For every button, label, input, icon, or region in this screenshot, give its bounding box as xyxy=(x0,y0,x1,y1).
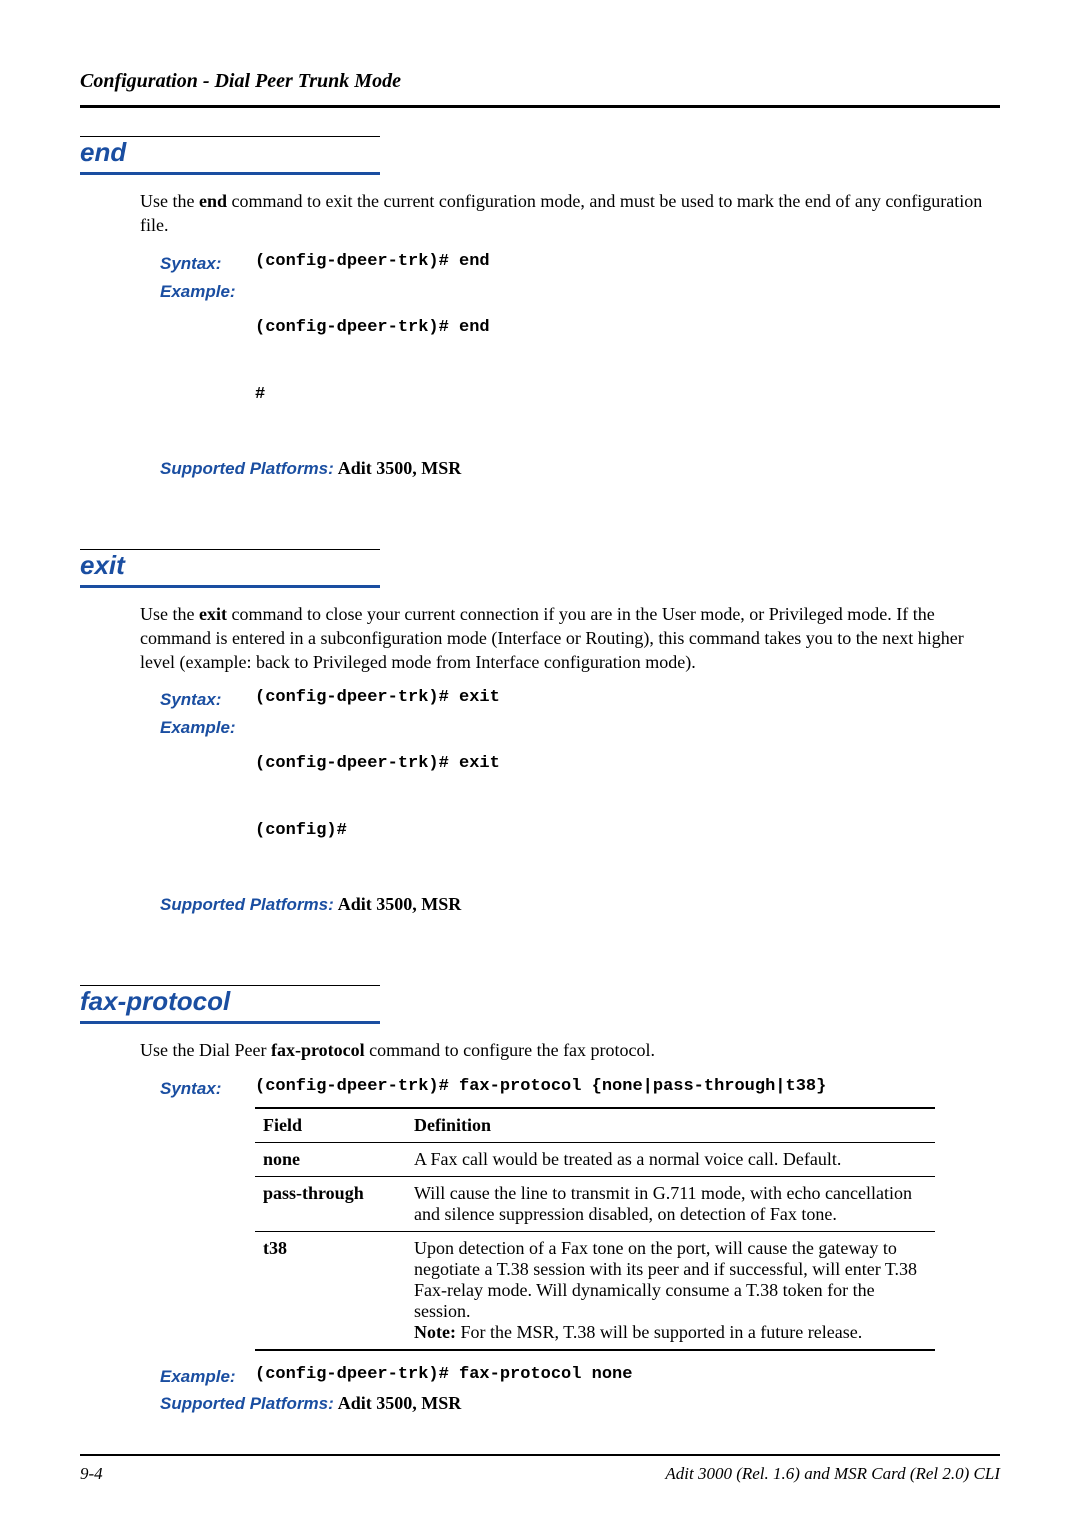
exit-example-line1: (config-dpeer-trk)# exit xyxy=(255,754,500,773)
field-name: none xyxy=(255,1142,406,1176)
t38-note-text: For the MSR, T.38 will be supported in a… xyxy=(456,1322,862,1342)
table-row: none A Fax call would be treated as a no… xyxy=(255,1142,935,1176)
page-number: 9-4 xyxy=(80,1464,103,1484)
table-header-row: Field Definition xyxy=(255,1108,935,1143)
exit-desc-bold: exit xyxy=(199,604,227,624)
header-rule xyxy=(80,105,1000,108)
exit-example-line2: (config)# xyxy=(255,821,500,840)
end-syntax-row: Syntax: (config-dpeer-trk)# end xyxy=(160,252,1000,274)
t38-def-main: Upon detection of a Fax tone on the port… xyxy=(414,1238,917,1321)
example-label: Example: xyxy=(160,716,255,738)
section-heading-end: end xyxy=(80,137,1000,168)
example-label: Example: xyxy=(160,1365,255,1387)
running-header: Configuration - Dial Peer Trunk Mode xyxy=(80,70,1000,93)
end-example-code: (config-dpeer-trk)# end # xyxy=(255,280,490,452)
exit-desc-post: command to close your current connection… xyxy=(140,604,964,673)
field-name: t38 xyxy=(255,1231,406,1350)
fax-desc-pre: Use the Dial Peer xyxy=(140,1040,271,1060)
platforms-value: Adit 3500, MSR xyxy=(338,894,462,914)
field-def: Will cause the line to transmit in G.711… xyxy=(406,1176,935,1231)
platforms-value: Adit 3500, MSR xyxy=(338,458,462,478)
section-end: end Use the end command to exit the curr… xyxy=(80,136,1000,479)
fax-example-row: Example: (config-dpeer-trk)# fax-protoco… xyxy=(160,1365,1000,1387)
field-name: pass-through xyxy=(255,1176,406,1231)
exit-platforms: Supported Platforms: Adit 3500, MSR xyxy=(160,894,1000,915)
platforms-value: Adit 3500, MSR xyxy=(338,1393,462,1413)
heading-underline xyxy=(80,1021,380,1024)
heading-underline xyxy=(80,172,380,175)
field-def: A Fax call would be treated as a normal … xyxy=(406,1142,935,1176)
fax-example-code: (config-dpeer-trk)# fax-protocol none xyxy=(255,1365,632,1384)
exit-syntax-row: Syntax: (config-dpeer-trk)# exit xyxy=(160,688,1000,710)
th-definition: Definition xyxy=(406,1108,935,1143)
fax-field-table: Field Definition none A Fax call would b… xyxy=(255,1107,935,1351)
end-desc-pre: Use the xyxy=(140,191,199,211)
page-footer: 9-4 Adit 3000 (Rel. 1.6) and MSR Card (R… xyxy=(80,1464,1000,1484)
fax-description: Use the Dial Peer fax-protocol command t… xyxy=(140,1038,1000,1062)
t38-note-label: Note: xyxy=(414,1322,456,1342)
syntax-label: Syntax: xyxy=(160,252,255,274)
field-def: Upon detection of a Fax tone on the port… xyxy=(406,1231,935,1350)
th-field: Field xyxy=(255,1108,406,1143)
end-desc-post: command to exit the current configuratio… xyxy=(140,191,982,235)
example-label: Example: xyxy=(160,280,255,302)
syntax-label: Syntax: xyxy=(160,688,255,710)
syntax-label: Syntax: xyxy=(160,1077,255,1099)
end-syntax-code: (config-dpeer-trk)# end xyxy=(255,252,490,271)
end-platforms: Supported Platforms: Adit 3500, MSR xyxy=(160,458,1000,479)
fax-desc-post: command to configure the fax protocol. xyxy=(365,1040,655,1060)
section-heading-exit: exit xyxy=(80,550,1000,581)
fax-desc-bold: fax-protocol xyxy=(271,1040,365,1060)
end-example-line2: # xyxy=(255,385,490,404)
heading-underline xyxy=(80,585,380,588)
exit-desc-pre: Use the xyxy=(140,604,199,624)
table-row: t38 Upon detection of a Fax tone on the … xyxy=(255,1231,935,1350)
doc-title-footer: Adit 3000 (Rel. 1.6) and MSR Card (Rel 2… xyxy=(665,1464,1000,1484)
table-row: pass-through Will cause the line to tran… xyxy=(255,1176,935,1231)
section-exit: exit Use the exit command to close your … xyxy=(80,549,1000,916)
fax-syntax-row: Syntax: (config-dpeer-trk)# fax-protocol… xyxy=(160,1077,1000,1099)
end-example-line1: (config-dpeer-trk)# end xyxy=(255,318,490,337)
platforms-label: Supported Platforms: xyxy=(160,895,334,914)
footer-rule xyxy=(80,1454,1000,1456)
fax-syntax-code: (config-dpeer-trk)# fax-protocol {none|p… xyxy=(255,1077,826,1096)
section-fax-protocol: fax-protocol Use the Dial Peer fax-proto… xyxy=(80,985,1000,1413)
end-description: Use the end command to exit the current … xyxy=(140,189,1000,238)
exit-description: Use the exit command to close your curre… xyxy=(140,602,1000,675)
end-example-row: Example: (config-dpeer-trk)# end # xyxy=(160,280,1000,452)
platforms-label: Supported Platforms: xyxy=(160,459,334,478)
end-desc-bold: end xyxy=(199,191,227,211)
exit-example-code: (config-dpeer-trk)# exit (config)# xyxy=(255,716,500,888)
section-heading-fax: fax-protocol xyxy=(80,986,1000,1017)
exit-syntax-code: (config-dpeer-trk)# exit xyxy=(255,688,500,707)
exit-example-row: Example: (config-dpeer-trk)# exit (confi… xyxy=(160,716,1000,888)
fax-platforms: Supported Platforms: Adit 3500, MSR xyxy=(160,1393,1000,1414)
